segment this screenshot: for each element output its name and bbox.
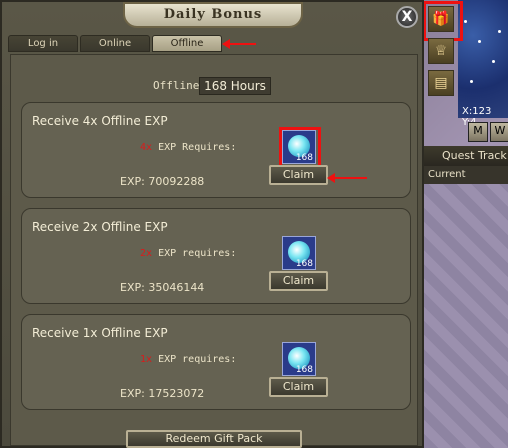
scroll-button[interactable]: ▤ xyxy=(428,70,454,96)
map-dot xyxy=(470,80,473,83)
tab-offline[interactable]: Offline xyxy=(152,35,222,52)
game-terrain xyxy=(424,184,508,448)
energy-orb-icon[interactable]: 168 xyxy=(282,342,316,376)
claim-button-4x[interactable]: Claim xyxy=(269,165,328,185)
claim-button-2x[interactable]: Claim xyxy=(269,271,328,291)
offline-exp-panel-4x: Receive 4x Offline EXP 4x EXP Requires: … xyxy=(21,102,411,198)
multiplier-text: 4x xyxy=(140,142,153,153)
minimap[interactable] xyxy=(458,0,508,118)
close-button[interactable]: X xyxy=(396,6,418,28)
panel-title: Receive 1x Offline EXP xyxy=(32,326,168,340)
exp-requires-label: 1x EXP requires: xyxy=(140,354,237,365)
map-dot xyxy=(492,60,495,63)
trophy-button[interactable]: ♕ xyxy=(428,38,454,64)
daily-bonus-dialog: Daily Bonus X Log in Online Offline Offl… xyxy=(0,0,424,448)
gift-button[interactable]: 🎁 xyxy=(423,1,463,41)
quest-tracker-header[interactable]: Quest Track xyxy=(424,146,508,166)
map-button[interactable]: M xyxy=(468,122,488,142)
multiplier-text: 1x xyxy=(140,354,153,365)
item-count: 168 xyxy=(295,259,313,269)
map-dot xyxy=(498,30,501,33)
exp-value: EXP: 35046144 xyxy=(120,281,205,294)
redeem-gift-pack-button[interactable]: Redeem Gift Pack xyxy=(126,430,302,448)
offline-label: Offline xyxy=(153,79,200,92)
item-count: 168 xyxy=(295,365,313,375)
exp-value: EXP: 17523072 xyxy=(120,387,205,400)
tab-online[interactable]: Online xyxy=(80,35,150,52)
highlight-box xyxy=(423,1,463,41)
world-button[interactable]: W xyxy=(490,122,508,142)
exp-value: EXP: 70092288 xyxy=(120,175,205,188)
annotation-arrow xyxy=(327,173,367,183)
tab-log-in[interactable]: Log in xyxy=(8,35,78,52)
highlight-box xyxy=(279,127,321,169)
claim-button-1x[interactable]: Claim xyxy=(269,377,328,397)
close-icon: X xyxy=(401,9,413,25)
offline-exp-panel-1x: Receive 1x Offline EXP 1x EXP requires: … xyxy=(21,314,411,410)
exp-requires-label: 4x EXP Requires: xyxy=(140,142,237,153)
annotation-arrow xyxy=(222,39,256,49)
dialog-title: Daily Bonus xyxy=(123,2,303,28)
scroll-icon: ▤ xyxy=(434,75,448,91)
quest-current-tab[interactable]: Current xyxy=(424,166,508,184)
offline-hours-value: 168 Hours xyxy=(199,77,271,95)
map-dot xyxy=(478,40,481,43)
multiplier-text: 2x xyxy=(140,248,153,259)
map-dot xyxy=(464,20,467,23)
exp-requires-label: 2x EXP requires: xyxy=(140,248,237,259)
panel-title: Receive 2x Offline EXP xyxy=(32,220,168,234)
panel-title: Receive 4x Offline EXP xyxy=(32,114,168,128)
energy-orb-icon[interactable]: 168 xyxy=(282,236,316,270)
trophy-icon: ♕ xyxy=(434,43,448,59)
energy-orb-icon[interactable]: 168 xyxy=(279,127,321,169)
offline-exp-panel-2x: Receive 2x Offline EXP 2x EXP requires: … xyxy=(21,208,411,304)
